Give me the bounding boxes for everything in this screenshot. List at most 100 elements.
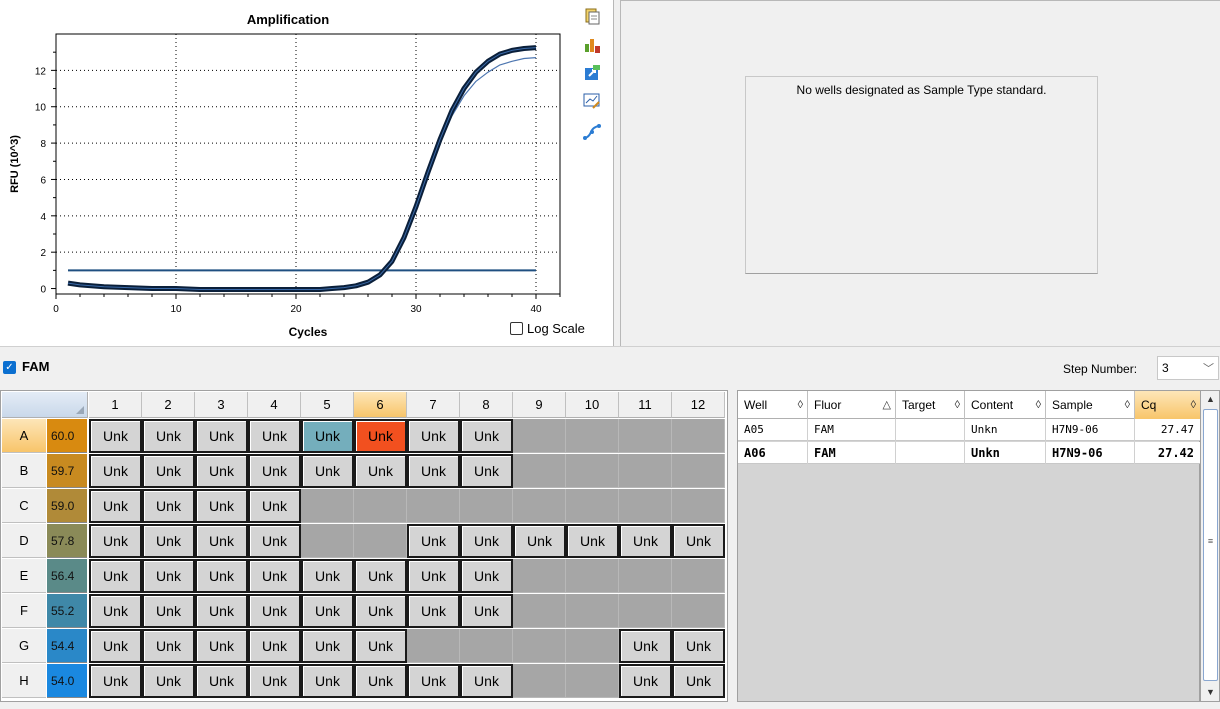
column-header-1[interactable]: 1 [89,392,142,418]
well-G2[interactable]: Unk [142,629,195,663]
well-F6[interactable]: Unk [354,594,407,628]
well-A7[interactable]: Unk [407,419,460,453]
well-F2[interactable]: Unk [142,594,195,628]
well-C10[interactable] [566,489,619,523]
column-header-2[interactable]: 2 [142,392,195,418]
well-H6[interactable]: Unk [354,664,407,698]
well-A3[interactable]: Unk [195,419,248,453]
well-E10[interactable] [566,559,619,593]
column-header-fluor[interactable]: Fluor △ [808,391,896,419]
well-C8[interactable] [460,489,513,523]
well-G10[interactable] [566,629,619,663]
well-H12[interactable]: Unk [672,664,725,698]
well-C1[interactable]: Unk [89,489,142,523]
well-B6[interactable]: Unk [354,454,407,488]
column-header-9[interactable]: 9 [513,392,566,418]
well-F11[interactable] [619,594,672,628]
well-F3[interactable]: Unk [195,594,248,628]
well-C4[interactable]: Unk [248,489,301,523]
column-header-8[interactable]: 8 [460,392,513,418]
well-A1[interactable]: Unk [89,419,142,453]
column-header-7[interactable]: 7 [407,392,460,418]
well-G9[interactable] [513,629,566,663]
results-table-scrollbar[interactable]: ▲ ≡ ▼ [1200,390,1220,702]
panel-divider[interactable] [0,346,1220,351]
well-E3[interactable]: Unk [195,559,248,593]
well-E12[interactable] [672,559,725,593]
well-B9[interactable] [513,454,566,488]
well-D5[interactable] [301,524,354,558]
well-D2[interactable]: Unk [142,524,195,558]
column-header-3[interactable]: 3 [195,392,248,418]
well-H1[interactable]: Unk [89,664,142,698]
well-H7[interactable]: Unk [407,664,460,698]
well-A12[interactable] [672,419,725,453]
well-H5[interactable]: Unk [301,664,354,698]
well-G1[interactable]: Unk [89,629,142,663]
well-D1[interactable]: Unk [89,524,142,558]
well-G8[interactable] [460,629,513,663]
sort-icon[interactable]: ◊ [1125,391,1130,419]
row-header-F[interactable]: F [2,594,46,628]
fam-checkbox[interactable]: ✓ [3,361,16,374]
column-header-sample[interactable]: Sample ◊ [1046,391,1135,419]
well-F8[interactable]: Unk [460,594,513,628]
well-C3[interactable]: Unk [195,489,248,523]
well-H11[interactable]: Unk [619,664,672,698]
column-header-target[interactable]: Target ◊ [896,391,965,419]
well-B8[interactable]: Unk [460,454,513,488]
plate-corner-select-all[interactable] [2,392,88,418]
well-F12[interactable] [672,594,725,628]
well-C11[interactable] [619,489,672,523]
well-B4[interactable]: Unk [248,454,301,488]
well-E6[interactable]: Unk [354,559,407,593]
well-E7[interactable]: Unk [407,559,460,593]
well-B5[interactable]: Unk [301,454,354,488]
well-E4[interactable]: Unk [248,559,301,593]
well-H3[interactable]: Unk [195,664,248,698]
scroll-up-icon[interactable]: ▲ [1203,392,1218,407]
well-C9[interactable] [513,489,566,523]
column-header-4[interactable]: 4 [248,392,301,418]
well-D12[interactable]: Unk [672,524,725,558]
clipboard-icon[interactable] [583,7,601,25]
table-row[interactable]: A05 FAM Unkn H7N9-06 27.47 [738,419,1201,441]
well-A10[interactable] [566,419,619,453]
well-A4[interactable]: Unk [248,419,301,453]
well-F10[interactable] [566,594,619,628]
well-E9[interactable] [513,559,566,593]
well-F9[interactable] [513,594,566,628]
well-D4[interactable]: Unk [248,524,301,558]
well-E1[interactable]: Unk [89,559,142,593]
scroll-down-icon[interactable]: ▼ [1203,685,1218,700]
well-A9[interactable] [513,419,566,453]
row-header-C[interactable]: C [2,489,46,523]
well-G12[interactable]: Unk [672,629,725,663]
well-C7[interactable] [407,489,460,523]
edit-chart-icon[interactable] [583,92,601,110]
well-A8[interactable]: Unk [460,419,513,453]
column-header-6[interactable]: 6 [354,392,407,418]
sort-icon[interactable]: ◊ [955,391,960,419]
well-C5[interactable] [301,489,354,523]
row-header-H[interactable]: H [2,664,46,698]
sort-icon[interactable]: △ [883,391,891,419]
well-G4[interactable]: Unk [248,629,301,663]
table-row[interactable]: A06 FAM Unkn H7N9-06 27.42 [738,442,1201,464]
well-B3[interactable]: Unk [195,454,248,488]
chart-bars-icon[interactable] [583,36,601,54]
well-E8[interactable]: Unk [460,559,513,593]
column-header-10[interactable]: 10 [566,392,619,418]
well-D8[interactable]: Unk [460,524,513,558]
row-header-G[interactable]: G [2,629,46,663]
well-B11[interactable] [619,454,672,488]
well-H8[interactable]: Unk [460,664,513,698]
row-header-A[interactable]: A [2,419,46,453]
sort-icon[interactable]: ◊ [1191,391,1196,419]
well-H4[interactable]: Unk [248,664,301,698]
well-D7[interactable]: Unk [407,524,460,558]
well-A2[interactable]: Unk [142,419,195,453]
curve-icon[interactable] [583,123,601,141]
well-A11[interactable] [619,419,672,453]
well-C2[interactable]: Unk [142,489,195,523]
